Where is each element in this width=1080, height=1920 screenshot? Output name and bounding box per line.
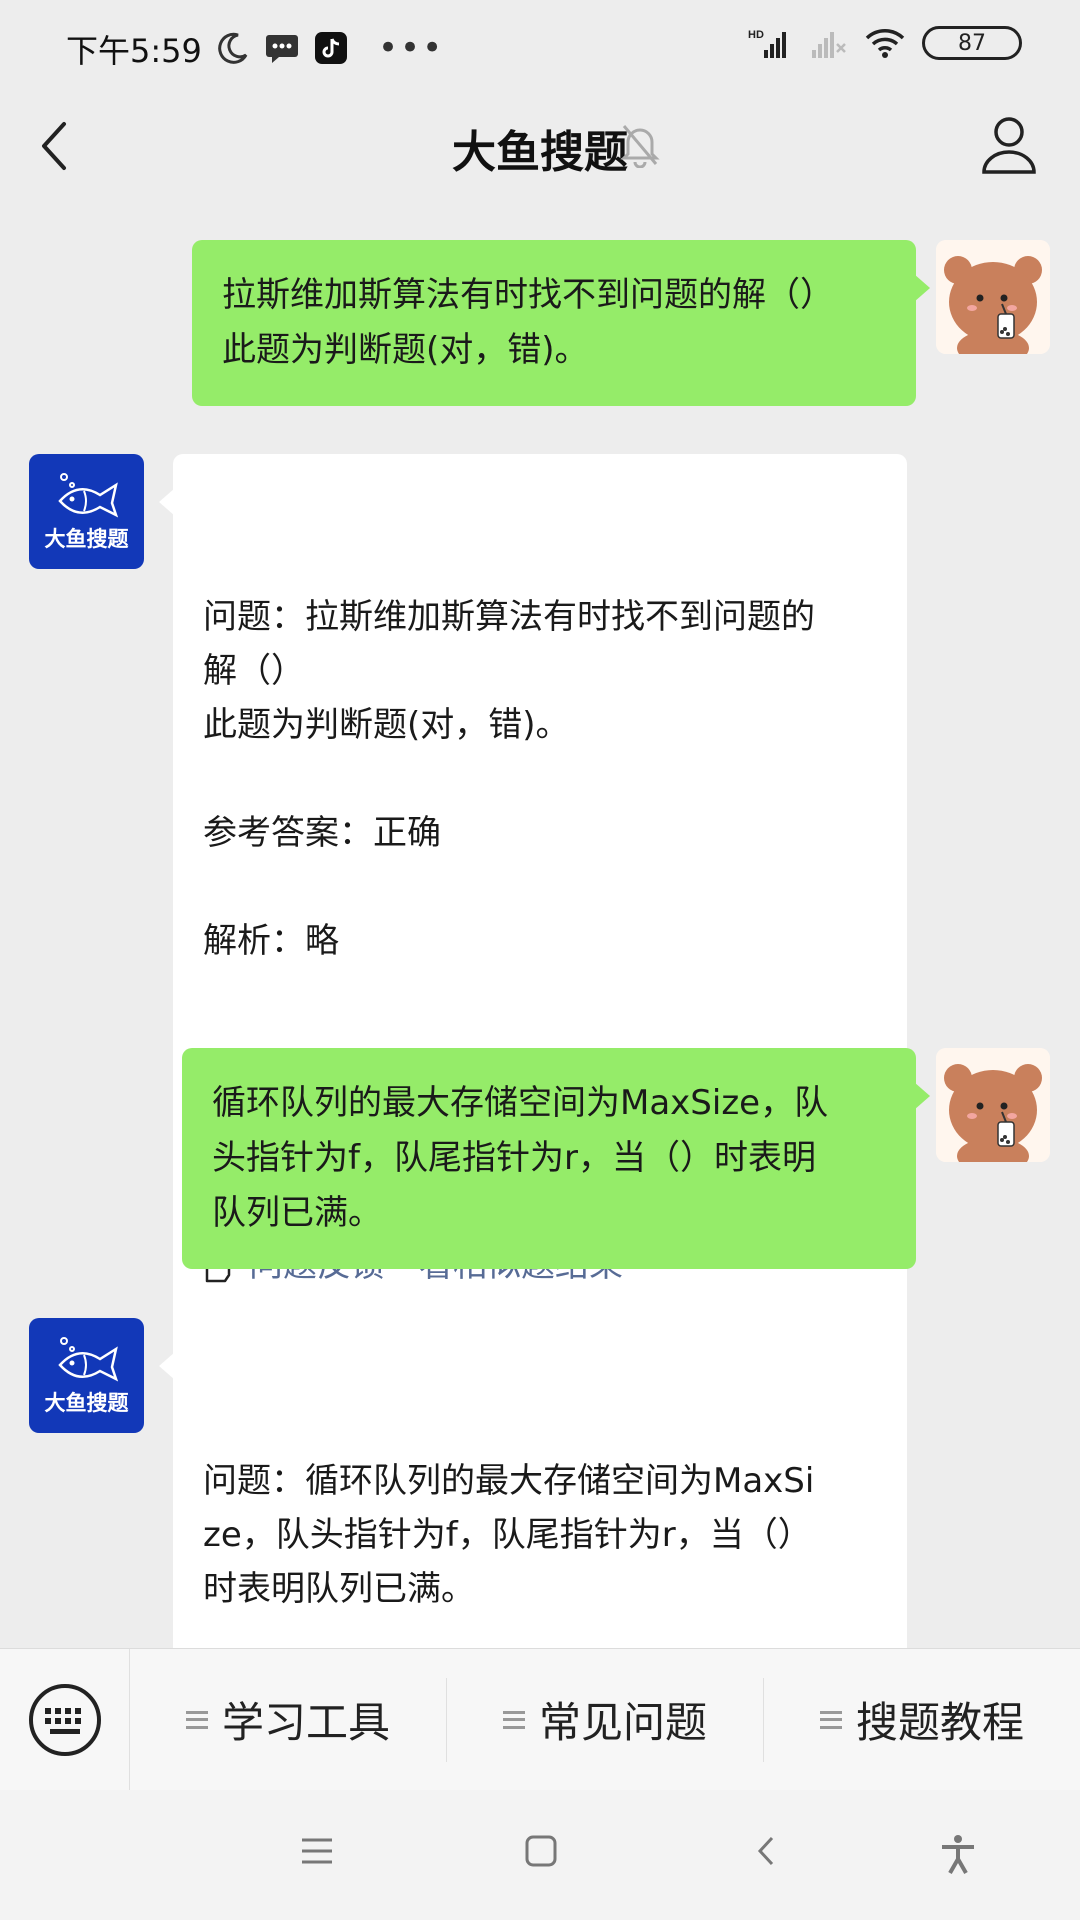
home-square-icon[interactable]	[524, 1834, 558, 1868]
menu-search-tutorial[interactable]: 搜题教程	[763, 1677, 1080, 1762]
user-message-bubble[interactable]: 拉斯维加斯算法有时找不到问题的解（） 此题为判断题(对，错)。	[192, 240, 930, 406]
menu-icon[interactable]	[300, 1834, 334, 1868]
profile-icon[interactable]	[980, 114, 1038, 176]
nav-back-icon[interactable]	[754, 1834, 778, 1868]
menu-lines-icon	[819, 1710, 842, 1729]
signal-hd-icon: HD	[748, 29, 786, 58]
bear-avatar-icon	[936, 1048, 1050, 1162]
answer-text: 问题：拉斯维加斯算法有时找不到问题的 解（） 此题为判断题(对，错)。 参考答案…	[203, 597, 815, 961]
bot-avatar-label: 大鱼搜题	[44, 527, 129, 551]
menu-item-label: 学习工具	[221, 1698, 390, 1747]
message-icon	[266, 35, 298, 63]
chat-title: 大鱼搜题	[452, 127, 628, 178]
more-icon: •••	[378, 28, 445, 68]
keyboard-toggle[interactable]	[0, 1648, 130, 1791]
chat-header: 大鱼搜题	[0, 96, 1080, 208]
user-avatar[interactable]	[936, 240, 1050, 354]
answer-text: 问题：循环队列的最大存储空间为MaxSi ze，队头指针为f，队尾指针为r，当（…	[203, 1461, 815, 1609]
bot-answer-bubble[interactable]: 问题：循环队列的最大存储空间为MaxSi ze，队头指针为f，队尾指针为r，当（…	[159, 1318, 907, 1648]
menu-study-tools[interactable]: 学习工具	[130, 1678, 446, 1762]
status-right-icons: HD 87	[748, 26, 1022, 60]
menu-faq[interactable]: 常见问题	[446, 1677, 763, 1762]
moon-icon	[218, 32, 248, 64]
bot-avatar[interactable]: 大鱼搜题	[29, 1318, 144, 1433]
bottom-menu: 学习工具 常见问题 搜题教程	[0, 1648, 1080, 1791]
bot-answer-bubble[interactable]: 问题：拉斯维加斯算法有时找不到问题的 解（） 此题为判断题(对，错)。 参考答案…	[159, 454, 907, 1424]
status-bar: 下午5:59 ••• HD 87	[0, 0, 1080, 96]
accessibility-icon[interactable]	[940, 1834, 976, 1874]
status-time: 下午5:59	[66, 32, 202, 70]
signal-weak-icon	[812, 32, 846, 58]
user-message-bubble[interactable]: 循环队列的最大存储空间为MaxSize，队 头指针为f，队尾指针为r，当（）时表…	[182, 1048, 930, 1269]
bot-avatar-label: 大鱼搜题	[44, 1391, 129, 1415]
svg-text:HD: HD	[748, 29, 764, 41]
wifi-icon	[865, 29, 905, 58]
menu-item-label: 搜题教程	[855, 1698, 1024, 1747]
user-avatar[interactable]	[936, 1048, 1050, 1162]
menu-lines-icon	[185, 1710, 208, 1729]
menu-item-label: 常见问题	[538, 1698, 707, 1747]
chat-area[interactable]: 拉斯维加斯算法有时找不到问题的解（） 此题为判断题(对，错)。 大鱼搜题 问题：…	[0, 208, 1080, 1648]
status-left-icons: •••	[216, 28, 444, 68]
system-nav-bar	[0, 1790, 1080, 1920]
bear-avatar-icon	[936, 240, 1050, 354]
battery-indicator: 87	[922, 26, 1022, 60]
bell-off-icon	[620, 125, 660, 168]
fish-icon	[57, 473, 118, 518]
fish-icon	[57, 1337, 118, 1382]
menu-lines-icon	[502, 1710, 525, 1729]
bot-avatar[interactable]: 大鱼搜题	[29, 454, 144, 569]
tiktok-icon	[315, 32, 347, 64]
keyboard-icon	[28, 1683, 101, 1756]
